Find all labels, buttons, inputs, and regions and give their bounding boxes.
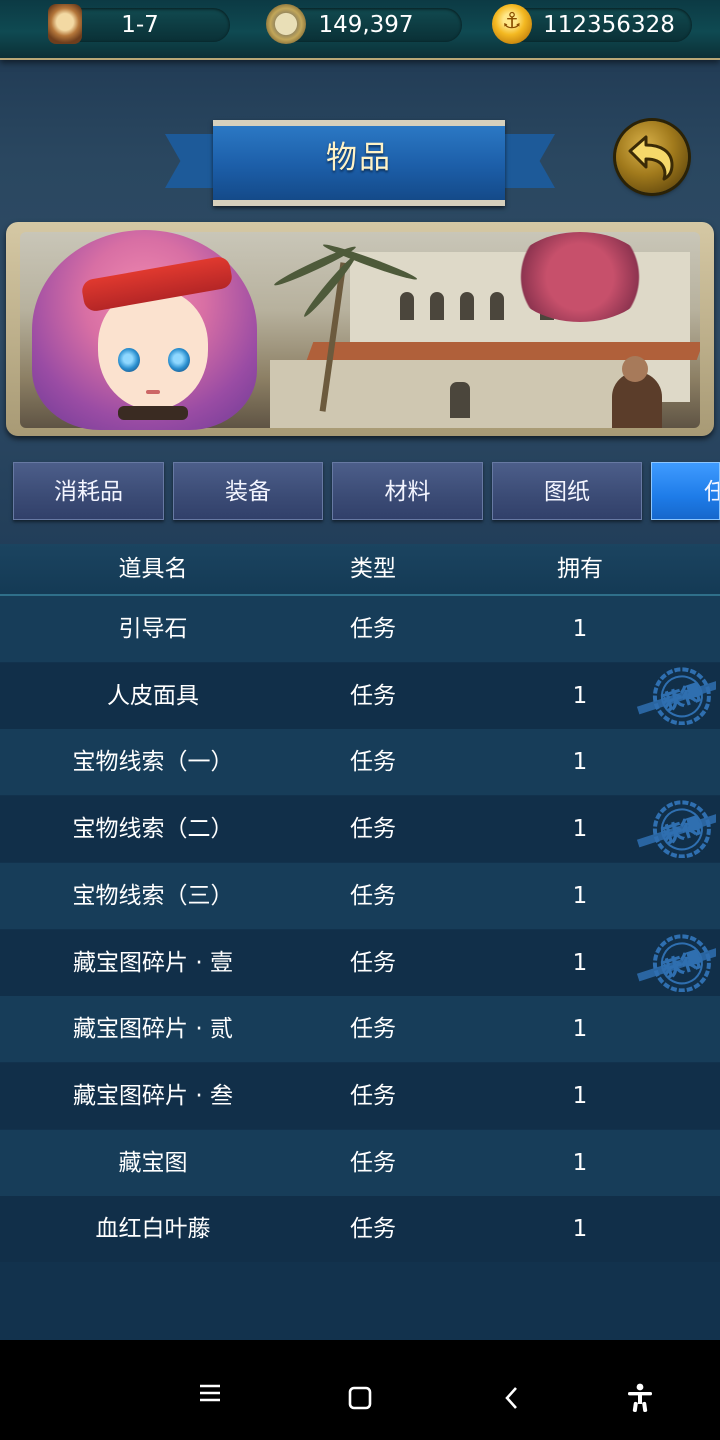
item-type: 任务 — [350, 950, 396, 976]
game-screen: 1-7 149,397 112356328 物品 — [0, 0, 720, 1340]
title-banner: 物品 — [165, 112, 555, 206]
compass-display: 149,397 — [266, 4, 462, 44]
item-type: 任务 — [350, 683, 396, 709]
item-type: 任务 — [350, 1016, 396, 1042]
captain-portrait — [22, 210, 272, 435]
table-row[interactable]: 藏宝图碎片 · 叁 任务 1 — [0, 1063, 720, 1129]
table-row[interactable]: 藏宝图碎片 · 壹任务 1 获得 — [0, 930, 720, 996]
item-type: 任务 — [350, 1150, 396, 1176]
coin-value: 112356328 — [543, 12, 675, 38]
item-name: 藏宝图碎片 · 贰 — [73, 1016, 233, 1042]
item-name: 血红白叶藤 — [95, 1216, 211, 1242]
obtained-stamp: 获得 — [636, 934, 716, 992]
table-row[interactable]: 藏宝图 任务 1 — [0, 1130, 720, 1196]
tab-equipment[interactable]: 装备 — [173, 462, 323, 520]
header-owned: 拥有 — [557, 556, 603, 582]
home-icon[interactable] — [340, 1378, 380, 1418]
stage-value: 1-7 — [121, 12, 159, 38]
item-owned: 1 — [572, 1016, 588, 1042]
item-owned: 1 — [572, 749, 588, 775]
item-name: 藏宝图碎片 · 壹 — [73, 950, 233, 976]
item-type: 任务 — [350, 883, 396, 909]
back-icon[interactable] — [492, 1378, 532, 1418]
table-row[interactable]: 宝物线索（一） 任务 1 — [0, 729, 720, 795]
page-title: 物品 — [326, 140, 392, 176]
system-nav-bar — [0, 1340, 720, 1440]
obtained-stamp: 获得 — [636, 800, 716, 858]
back-arrow-icon — [628, 135, 674, 181]
accessibility-icon[interactable] — [620, 1378, 660, 1418]
obtained-stamp: 获得 — [636, 667, 716, 725]
item-name: 藏宝图碎片 · 叁 — [73, 1083, 233, 1109]
tab-materials[interactable]: 材料 — [332, 462, 483, 520]
item-name: 宝物线索（二） — [72, 816, 234, 842]
item-table: 道具名 类型 拥有 引导石 任务 1 人皮面具 任务 1 获得 宝物线索（一） 任务 1 宝物线索（… — [0, 544, 720, 1340]
menu-icon[interactable] — [190, 1378, 230, 1408]
item-name: 宝物线索（三） — [72, 883, 234, 909]
table-row[interactable]: 宝物线索（三） 任务 1 — [0, 863, 720, 929]
item-owned: 1 — [572, 616, 588, 642]
tab-quest[interactable]: 任 — [651, 462, 720, 520]
item-owned: 1 — [572, 1083, 588, 1109]
item-name: 引导石 — [118, 616, 188, 642]
item-owned: 1 — [572, 883, 588, 909]
table-row[interactable]: 人皮面具 任务 1 获得 — [0, 663, 720, 729]
table-row[interactable]: 宝物线索（二） 任务 1 获得 — [0, 796, 720, 862]
header-name: 道具名 — [118, 556, 188, 582]
compass-value: 149,397 — [318, 12, 414, 38]
back-button[interactable] — [616, 121, 688, 193]
item-owned: 1 — [572, 1216, 588, 1242]
table-header: 道具名 类型 拥有 — [0, 544, 720, 596]
item-type: 任务 — [350, 1216, 396, 1242]
coin-display: 112356328 — [492, 4, 692, 44]
table-row[interactable]: 血红白叶藤 任务 1 — [0, 1196, 720, 1262]
tab-consumables[interactable]: 消耗品 — [13, 462, 164, 520]
table-row[interactable]: 藏宝图碎片 · 贰 任务 1 — [0, 996, 720, 1062]
item-type: 任务 — [350, 616, 396, 642]
item-name: 人皮面具 — [107, 683, 199, 709]
table-row[interactable]: 引导石 任务 1 — [0, 596, 720, 662]
header-type: 类型 — [350, 556, 396, 582]
item-owned: 1 — [572, 1150, 588, 1176]
banner-body: 物品 — [213, 120, 505, 206]
item-name: 宝物线索（一） — [72, 749, 234, 775]
tab-blueprints[interactable]: 图纸 — [492, 462, 642, 520]
category-tabs: 消耗品 装备 材料 图纸 任 — [0, 460, 720, 524]
resource-bar: 1-7 149,397 112356328 — [0, 0, 720, 60]
item-name: 藏宝图 — [118, 1150, 188, 1176]
stage-display: 1-7 — [48, 4, 230, 44]
item-type: 任务 — [350, 1083, 396, 1109]
item-type: 任务 — [350, 816, 396, 842]
item-type: 任务 — [350, 749, 396, 775]
